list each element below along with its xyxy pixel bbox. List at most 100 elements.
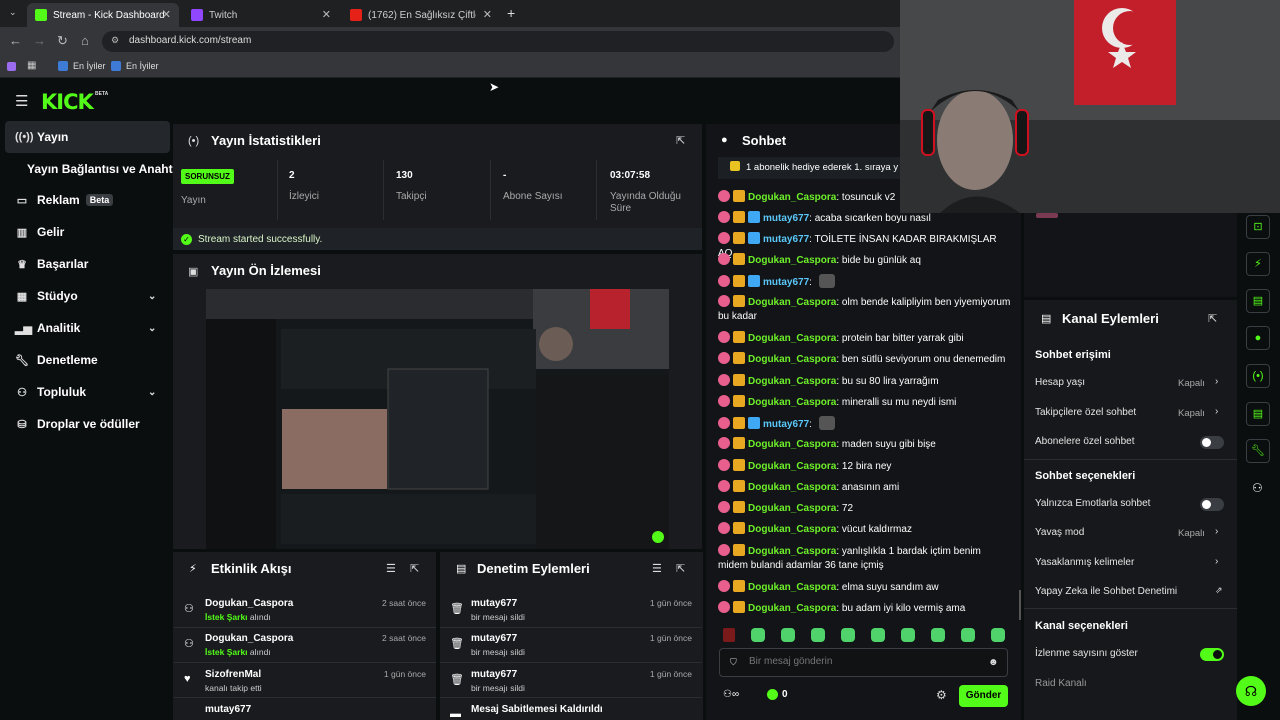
tab-close-icon[interactable]: ✕ bbox=[483, 8, 492, 21]
emotes-only-toggle[interactable] bbox=[1200, 498, 1224, 511]
emoji-icon[interactable]: ☻ bbox=[988, 657, 999, 668]
tab-list-icon[interactable]: ⌄ bbox=[9, 7, 17, 18]
popout-icon[interactable]: ⇱ bbox=[410, 562, 419, 575]
chat-message[interactable]: mutay677: acaba sıcarken boyu nasıl bbox=[718, 211, 1013, 226]
chat-message[interactable]: mutay677: bbox=[718, 274, 1013, 290]
chat-username[interactable]: mutay677 bbox=[763, 419, 809, 430]
sidebar-item-studyo[interactable]: ▦ Stüdyo ⌄ bbox=[5, 281, 170, 311]
emote-icon[interactable] bbox=[811, 628, 825, 642]
moderation-user[interactable]: mutay677 bbox=[471, 598, 517, 609]
sidebar-item-yayin[interactable]: ((•)) Yayın bbox=[5, 121, 170, 153]
sidebar-item-stream-key[interactable]: Yayın Bağlantısı ve Anahtarı bbox=[5, 154, 187, 184]
chat-username[interactable]: Dogukan_Caspora bbox=[748, 503, 836, 514]
forward-icon[interactable]: → bbox=[33, 33, 46, 48]
chat-message[interactable]: Dogukan_Caspora: bu adam iyi kilo vermiş… bbox=[718, 601, 1013, 616]
chat-username[interactable]: Dogukan_Caspora bbox=[748, 397, 836, 408]
bookmark-item[interactable]: En İyiler bbox=[58, 61, 106, 71]
activity-user[interactable]: mutay677 bbox=[205, 704, 251, 715]
chat-username[interactable]: Dogukan_Caspora bbox=[748, 582, 836, 593]
chat-message[interactable]: Dogukan_Caspora: vücut kaldırmaz bbox=[718, 522, 1013, 537]
sidebar-item-reklam[interactable]: ▭ Reklam Beta bbox=[5, 185, 170, 215]
hamburger-menu-icon[interactable]: ☰ bbox=[15, 92, 28, 110]
chat-message[interactable]: Dogukan_Caspora: protein bar bitter yarr… bbox=[718, 331, 1013, 346]
support-headset-icon[interactable]: ☊ bbox=[1236, 676, 1266, 706]
chat-username[interactable]: Dogukan_Caspora bbox=[748, 546, 836, 557]
setting-label[interactable]: Raid Kanalı bbox=[1035, 678, 1087, 689]
emote-icon[interactable] bbox=[723, 628, 735, 642]
chat-message[interactable]: Dogukan_Caspora: anasının ami bbox=[718, 480, 1013, 495]
tab-close-icon[interactable]: ✕ bbox=[162, 8, 171, 21]
chat-message[interactable]: Dogukan_Caspora: yanlışlıkla 1 bardak iç… bbox=[718, 544, 1013, 573]
chat-username[interactable]: Dogukan_Caspora bbox=[748, 603, 836, 614]
home-icon[interactable]: ⌂ bbox=[81, 33, 89, 48]
apps-grid-icon[interactable]: ▦ bbox=[27, 60, 36, 71]
chat-username[interactable]: mutay677 bbox=[763, 277, 809, 288]
stream-preview-video[interactable] bbox=[206, 289, 669, 549]
chat-message[interactable]: Dogukan_Caspora: mineralli su mu neydi i… bbox=[718, 395, 1013, 410]
popout-icon[interactable]: ⇱ bbox=[1208, 312, 1217, 325]
focus-icon[interactable]: ⊡ bbox=[1246, 215, 1270, 239]
activity-user[interactable]: SizofrenMal bbox=[205, 669, 261, 680]
chat-username[interactable]: Dogukan_Caspora bbox=[748, 192, 836, 203]
popout-icon[interactable]: ⇱ bbox=[676, 562, 685, 575]
sidebar-item-droplar[interactable]: ⛁ Droplar ve ödüller bbox=[5, 409, 170, 439]
chat-message[interactable]: Dogukan_Caspora: bide bu günlük aq bbox=[718, 253, 1013, 268]
subscribers-only-toggle[interactable] bbox=[1200, 436, 1224, 449]
chat-bubble-icon[interactable]: ● bbox=[1246, 326, 1270, 350]
chat-username[interactable]: Dogukan_Caspora bbox=[748, 524, 836, 535]
shield-icon[interactable]: ⛉ bbox=[730, 657, 737, 668]
lightning-icon[interactable]: ⚡︎ bbox=[1246, 252, 1270, 276]
chat-username[interactable]: mutay677 bbox=[763, 234, 809, 245]
browser-tab-twitch[interactable]: Twitch ✕ bbox=[183, 3, 339, 27]
chat-message[interactable]: Dogukan_Caspora: elma suyu sandım aw bbox=[718, 580, 1013, 595]
chat-username[interactable]: Dogukan_Caspora bbox=[748, 376, 836, 387]
sidebar-item-analitik[interactable]: ▂▅ Analitik ⌄ bbox=[5, 313, 170, 343]
popout-icon[interactable]: ⇱ bbox=[676, 134, 685, 147]
chat-username[interactable]: mutay677 bbox=[763, 213, 809, 224]
chat-username[interactable]: Dogukan_Caspora bbox=[748, 297, 836, 308]
bookmark-item[interactable]: En İyiler bbox=[111, 61, 159, 71]
reload-icon[interactable]: ↻ bbox=[57, 33, 68, 49]
chat-username[interactable]: Dogukan_Caspora bbox=[748, 439, 836, 450]
site-info-icon[interactable]: ⚙ bbox=[111, 35, 119, 46]
chat-input-box[interactable]: ⛉ ☻ bbox=[719, 648, 1008, 677]
wrench-icon[interactable]: 🔧︎ bbox=[1246, 439, 1270, 463]
filter-icon[interactable]: ☰ bbox=[652, 562, 662, 575]
emote-icon[interactable] bbox=[871, 628, 885, 642]
chat-message[interactable]: Dogukan_Caspora: ben sütlü seviyorum onu… bbox=[718, 352, 1013, 367]
chat-message[interactable]: Dogukan_Caspora: 12 bira ney bbox=[718, 459, 1013, 474]
server-icon[interactable]: ▤ bbox=[1246, 402, 1270, 426]
moderation-user[interactable]: mutay677 bbox=[471, 633, 517, 644]
chat-message[interactable]: Dogukan_Caspora: 72 bbox=[718, 501, 1013, 516]
back-icon[interactable]: ← bbox=[9, 33, 22, 48]
emote-icon[interactable] bbox=[991, 628, 1005, 642]
moderation-user[interactable]: Mesaj Sabitlemesi Kaldırıldı bbox=[471, 704, 603, 715]
emote-icon[interactable] bbox=[961, 628, 975, 642]
browser-tab-youtube[interactable]: (1762) En Sağlıksız Çiftle 24 ✕ bbox=[342, 3, 500, 27]
tab-close-icon[interactable]: ✕ bbox=[322, 8, 331, 21]
sidebar-item-denetleme[interactable]: 🔧︎ Denetleme bbox=[5, 345, 170, 375]
new-tab-icon[interactable]: + bbox=[507, 5, 515, 21]
filter-icon[interactable]: ☰ bbox=[386, 562, 396, 575]
chat-username[interactable]: Dogukan_Caspora bbox=[748, 461, 836, 472]
pinned-goal-banner[interactable]: 1 abonelik hediye ederek 1. sıraya y bbox=[718, 157, 900, 179]
sidebar-item-gelir[interactable]: ▥ Gelir bbox=[5, 217, 170, 247]
sidebar-item-topluluk[interactable]: ⚇ Topluluk ⌄ bbox=[5, 377, 170, 407]
emote-icon[interactable] bbox=[781, 628, 795, 642]
broadcast-icon[interactable]: (•) bbox=[1246, 364, 1270, 388]
url-field[interactable]: ⚙ dashboard.kick.com/stream bbox=[102, 31, 894, 52]
emote-icon[interactable] bbox=[841, 628, 855, 642]
chat-message[interactable]: Dogukan_Caspora: olm bende kalipliyim be… bbox=[718, 295, 1013, 324]
extension-icon[interactable] bbox=[7, 62, 16, 71]
chat-username[interactable]: Dogukan_Caspora bbox=[748, 354, 836, 365]
chat-message[interactable]: Dogukan_Caspora: bu su 80 lira yarrağım bbox=[718, 374, 1013, 389]
sidebar-item-basarilar[interactable]: ♛ Başarılar bbox=[5, 249, 170, 279]
browser-tab-kick[interactable]: Stream - Kick Dashboard ✕ bbox=[27, 3, 179, 27]
settings-gear-icon[interactable]: ⚙ bbox=[936, 688, 947, 702]
activity-user[interactable]: Dogukan_Caspora bbox=[205, 633, 293, 644]
emote-icon[interactable] bbox=[901, 628, 915, 642]
send-button[interactable]: Gönder bbox=[959, 685, 1008, 707]
chat-message[interactable]: mutay677: bbox=[718, 416, 1013, 432]
community-icon[interactable]: ⚇∞ bbox=[723, 689, 739, 700]
chat-username[interactable]: Dogukan_Caspora bbox=[748, 333, 836, 344]
